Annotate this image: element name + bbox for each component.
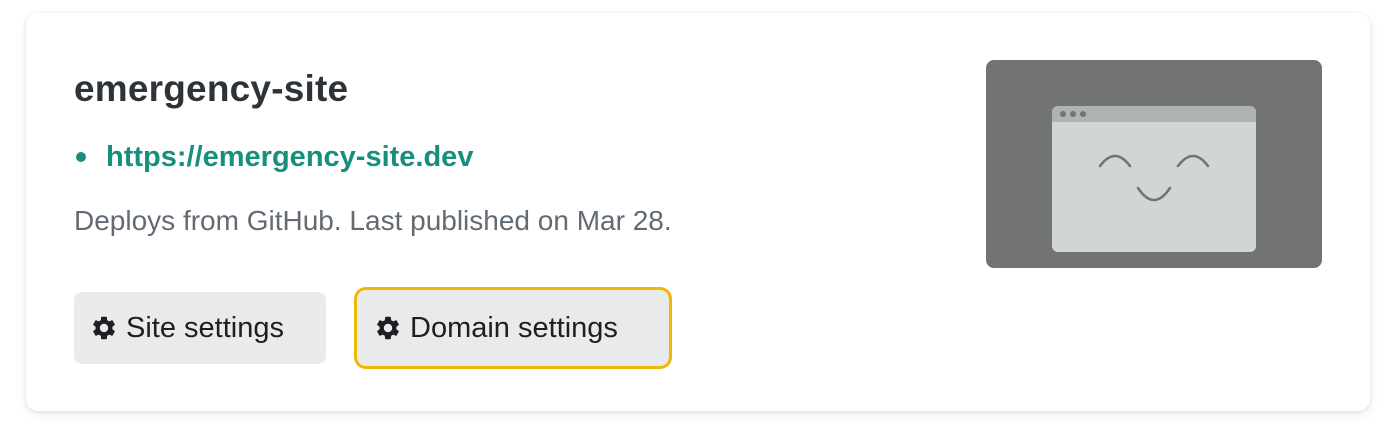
browser-dot xyxy=(1070,111,1076,117)
deploy-info: Deploys from GitHub. Last published on M… xyxy=(74,205,672,236)
gear-icon xyxy=(374,314,402,342)
domain-settings-label: Domain settings xyxy=(410,311,618,344)
gear-icon xyxy=(90,314,118,342)
browser-dot xyxy=(1080,111,1086,117)
site-thumbnail[interactable] xyxy=(986,60,1322,268)
smiling-browser-icon xyxy=(1052,106,1256,252)
browser-title-bar xyxy=(1052,106,1256,122)
site-url-row: https://emergency-site.dev xyxy=(74,137,473,177)
site-url-link[interactable]: https://emergency-site.dev xyxy=(106,137,473,177)
site-name: emergency-site xyxy=(74,68,349,109)
smiley-face xyxy=(1098,154,1210,202)
browser-dot xyxy=(1060,111,1066,117)
site-settings-button[interactable]: Site settings xyxy=(74,292,326,364)
site-card: emergency-site https://emergency-site.de… xyxy=(26,13,1370,411)
site-settings-label: Site settings xyxy=(126,311,284,344)
status-dot xyxy=(76,152,86,162)
domain-settings-button[interactable]: Domain settings xyxy=(354,287,672,369)
